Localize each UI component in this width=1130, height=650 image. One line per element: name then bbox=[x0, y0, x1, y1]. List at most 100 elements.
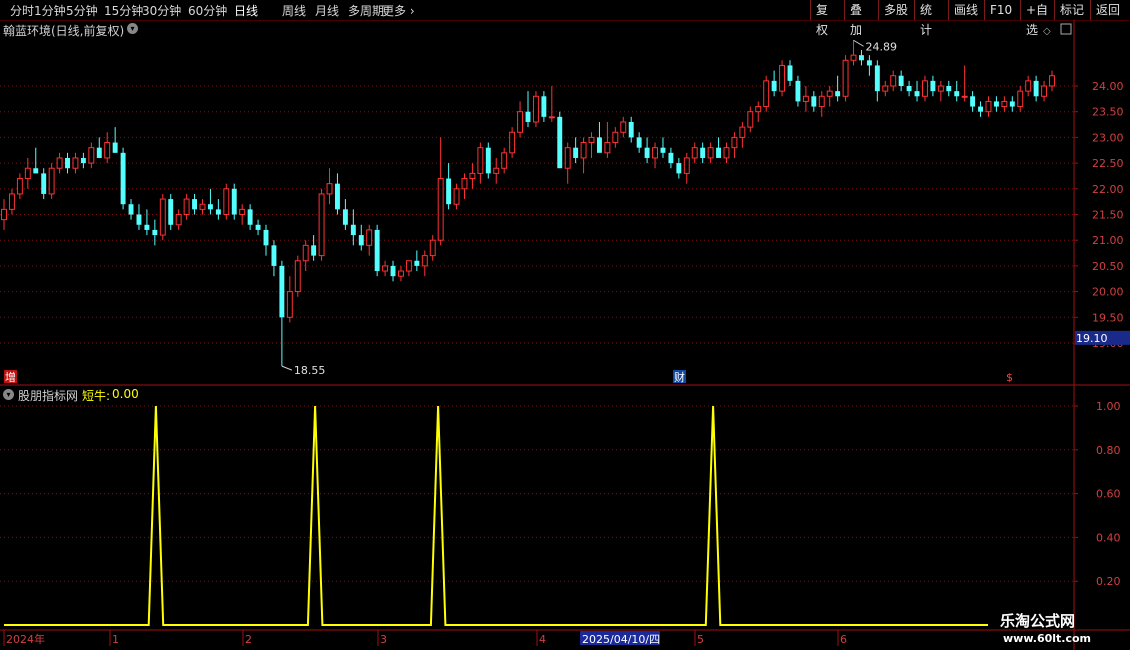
candle-body bbox=[906, 86, 912, 92]
indicator-y-label: 0.20 bbox=[1096, 575, 1121, 588]
candle-body bbox=[985, 100, 992, 113]
candle-body bbox=[882, 85, 889, 92]
candle-body bbox=[48, 167, 55, 195]
high-annotation-line bbox=[853, 39, 864, 47]
price-label: 21.00 bbox=[1092, 234, 1124, 247]
candle-body bbox=[954, 91, 960, 97]
indicator-y-label: 0.60 bbox=[1096, 488, 1121, 501]
event-marker-0: 增 bbox=[5, 370, 16, 384]
candle-body bbox=[993, 101, 999, 107]
candle-body bbox=[509, 131, 516, 154]
candle-body bbox=[136, 214, 142, 225]
watermark-url: www.60lt.com bbox=[1003, 632, 1092, 645]
candle-body bbox=[771, 80, 777, 92]
price-label: 22.50 bbox=[1092, 157, 1124, 170]
window-icon bbox=[1060, 23, 1072, 35]
watermark-title: 乐淘公式网 bbox=[1000, 612, 1076, 630]
candle-body bbox=[1, 208, 7, 221]
time-label: 2 bbox=[245, 633, 252, 646]
candle-body bbox=[120, 152, 126, 205]
price-label: 20.50 bbox=[1092, 260, 1124, 273]
candle-body bbox=[557, 116, 563, 169]
candle-body bbox=[683, 157, 690, 174]
candle-body bbox=[1041, 85, 1048, 97]
candle-body bbox=[247, 209, 253, 225]
low-price-label: 18.55 bbox=[294, 364, 326, 377]
candle-body bbox=[175, 214, 182, 226]
candle-body bbox=[271, 245, 277, 266]
candle-body bbox=[461, 178, 468, 190]
candle-body bbox=[255, 224, 261, 230]
candle-body bbox=[72, 157, 79, 169]
candle-body bbox=[382, 265, 389, 272]
candle-body bbox=[302, 244, 309, 262]
candle-body bbox=[676, 163, 682, 174]
candle-body bbox=[24, 167, 31, 180]
candle-body bbox=[414, 260, 420, 266]
candle-body bbox=[239, 208, 246, 216]
candle-body bbox=[580, 142, 587, 159]
indicator-y-label: 0.40 bbox=[1096, 531, 1121, 544]
event-marker-2: $ bbox=[1006, 371, 1013, 384]
candle-body bbox=[104, 142, 111, 159]
high-price-label: 24.89 bbox=[866, 40, 898, 53]
candle-body bbox=[1033, 80, 1039, 97]
candle-body bbox=[80, 157, 86, 164]
candle-body bbox=[231, 188, 237, 215]
candle-body bbox=[596, 137, 602, 153]
price-label: 23.50 bbox=[1092, 106, 1124, 119]
candle-body bbox=[898, 75, 904, 86]
candle-body bbox=[453, 188, 460, 205]
candle-body bbox=[835, 91, 841, 97]
candle-body bbox=[826, 90, 833, 97]
candle-body bbox=[1049, 75, 1055, 87]
candle-body bbox=[294, 260, 301, 293]
candle-body bbox=[168, 199, 174, 225]
candle-body bbox=[620, 121, 627, 133]
indicator-line bbox=[4, 405, 988, 626]
candle-body bbox=[374, 229, 380, 272]
candle-body bbox=[1025, 80, 1032, 92]
candle-body bbox=[390, 265, 396, 277]
candle-body bbox=[517, 111, 524, 133]
candle-body bbox=[263, 229, 269, 246]
candle-body bbox=[398, 270, 404, 277]
candle-body bbox=[159, 198, 166, 236]
candle-body bbox=[41, 173, 47, 194]
candle-body bbox=[802, 95, 809, 102]
candle-body bbox=[88, 147, 95, 164]
candle-body bbox=[763, 80, 770, 108]
candle-body bbox=[279, 265, 285, 318]
candle-body bbox=[223, 188, 230, 216]
main-chart[interactable]: 24.0023.5023.0022.5022.0021.5021.0020.50… bbox=[0, 0, 1130, 650]
candle-body bbox=[922, 80, 928, 97]
candle-body bbox=[446, 178, 452, 205]
candle-body bbox=[1001, 100, 1008, 108]
candle-body bbox=[144, 224, 150, 230]
candle-body bbox=[890, 75, 897, 87]
price-label: 21.50 bbox=[1092, 209, 1124, 222]
candle-body bbox=[469, 172, 476, 180]
candle-body bbox=[286, 291, 293, 318]
candle-body bbox=[501, 152, 508, 169]
candle-body bbox=[668, 152, 674, 164]
candle-body bbox=[350, 224, 356, 236]
candle-body bbox=[914, 91, 920, 97]
price-label: 23.00 bbox=[1092, 131, 1124, 144]
candle-body bbox=[612, 131, 619, 144]
candle-body bbox=[192, 199, 198, 210]
candle-body bbox=[199, 203, 206, 210]
candle-body bbox=[405, 260, 412, 272]
indicator-chevron-down-icon[interactable]: ▾ bbox=[3, 389, 14, 400]
indicator-y-label: 1.00 bbox=[1096, 400, 1121, 413]
candle-body bbox=[326, 183, 333, 195]
candle-body bbox=[16, 178, 23, 195]
candle-body bbox=[660, 147, 666, 153]
candle-body bbox=[818, 95, 825, 108]
candle-body bbox=[366, 229, 373, 246]
candle-body bbox=[358, 235, 364, 246]
candle-body bbox=[421, 255, 428, 267]
candle-body bbox=[787, 65, 793, 81]
candle-body bbox=[65, 157, 70, 169]
candle-body bbox=[33, 168, 39, 174]
